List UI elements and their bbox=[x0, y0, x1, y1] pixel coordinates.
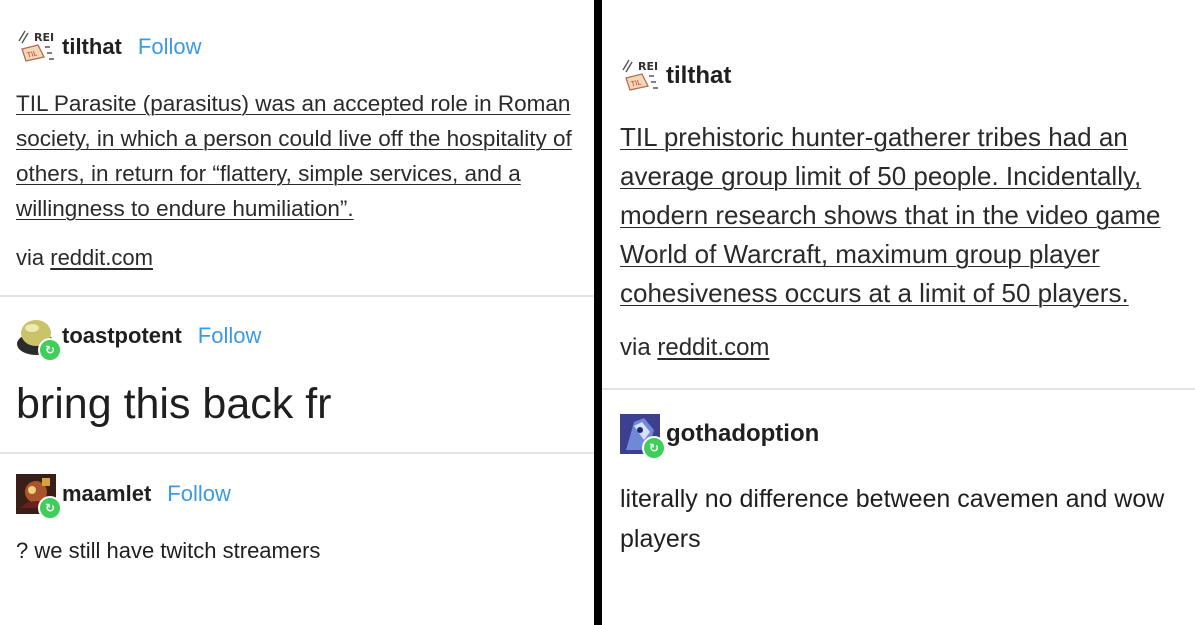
reblog-header-toastpotent: ↻ toastpotent Follow bbox=[16, 316, 262, 362]
avatar[interactable]: REI TIL bbox=[16, 27, 56, 67]
username[interactable]: tilthat bbox=[666, 62, 731, 90]
follow-button[interactable]: Follow bbox=[167, 481, 231, 507]
separator bbox=[0, 452, 594, 454]
via-prefix: via bbox=[16, 245, 45, 270]
username[interactable]: gothadoption bbox=[666, 420, 819, 448]
reblog-icon: ↻ bbox=[38, 496, 62, 520]
via-line: via reddit.com bbox=[16, 245, 153, 271]
reblog-comment: literally no difference between cavemen … bbox=[620, 485, 1165, 553]
post-header-tilthat: REI TIL tilthat bbox=[620, 56, 731, 96]
tilthat-avatar-icon: REI TIL bbox=[620, 56, 660, 96]
left-panel: REI TIL tilthat Follow TIL Parasite (par… bbox=[0, 0, 594, 625]
post-body-link[interactable]: TIL Parasite (parasitus) was an accepted… bbox=[16, 86, 576, 226]
via-line: via reddit.com bbox=[620, 334, 769, 362]
avatar[interactable]: ↻ bbox=[16, 316, 62, 362]
reblog-comment: ? we still have twitch streamers bbox=[16, 538, 321, 563]
reblog-comment: bring this back fr bbox=[16, 380, 332, 428]
follow-button[interactable]: Follow bbox=[138, 34, 202, 60]
panel-divider bbox=[594, 0, 602, 625]
avatar[interactable]: ↻ bbox=[620, 414, 666, 460]
right-panel: REI TIL tilthat TIL prehistoric hunter-g… bbox=[602, 0, 1195, 625]
reblog-icon: ↻ bbox=[642, 436, 666, 460]
via-link[interactable]: reddit.com bbox=[50, 245, 153, 270]
svg-text:REI: REI bbox=[34, 31, 54, 44]
avatar[interactable]: REI TIL bbox=[620, 56, 660, 96]
username[interactable]: tilthat bbox=[62, 34, 122, 60]
post-body-link[interactable]: TIL prehistoric hunter-gatherer tribes h… bbox=[620, 118, 1190, 313]
avatar[interactable]: ↻ bbox=[16, 474, 62, 520]
follow-button[interactable]: Follow bbox=[198, 323, 262, 349]
via-prefix: via bbox=[620, 334, 651, 361]
separator bbox=[602, 388, 1195, 390]
username[interactable]: toastpotent bbox=[62, 323, 182, 349]
reblog-icon: ↻ bbox=[38, 338, 62, 362]
svg-text:REI: REI bbox=[638, 60, 658, 73]
via-link[interactable]: reddit.com bbox=[657, 334, 769, 361]
post-header-tilthat: REI TIL tilthat Follow bbox=[16, 27, 201, 67]
username[interactable]: maamlet bbox=[62, 481, 151, 507]
reblog-header-gothadoption: ↻ gothadoption bbox=[620, 414, 819, 460]
reblog-header-maamlet: ↻ maamlet Follow bbox=[16, 474, 231, 520]
tilthat-avatar-icon: REI TIL bbox=[16, 27, 56, 67]
separator bbox=[0, 295, 594, 297]
